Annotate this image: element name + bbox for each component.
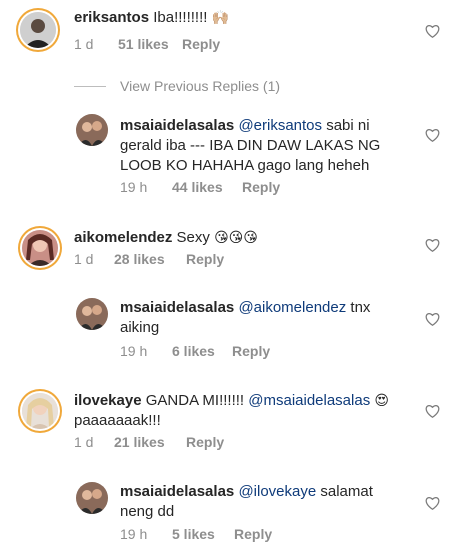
emoji: 🙌🏼	[211, 9, 230, 25]
comment-text: msaiaidelasalas @aikomelendez tnx aiking	[120, 299, 371, 336]
heart-outline-icon[interactable]	[425, 312, 440, 326]
comment-text: msaiaidelasalas @ilovekaye salamat neng …	[120, 483, 373, 520]
reply-button[interactable]: Reply	[234, 526, 272, 542]
reply-button[interactable]: Reply	[186, 251, 224, 267]
mention-link[interactable]: @msaiaidelasalas	[248, 392, 370, 409]
divider	[74, 85, 106, 87]
username[interactable]: msaiaidelasalas	[120, 117, 234, 134]
likes-count[interactable]: 6 likes	[172, 343, 232, 359]
avatar[interactable]	[20, 12, 56, 48]
mention-link[interactable]: @eriksantos	[238, 117, 322, 134]
reply-button[interactable]: Reply	[232, 343, 270, 359]
comment-text: msaiaidelasalas @eriksantos sabi ni gera…	[120, 117, 381, 174]
likes-count[interactable]: 51 likes	[118, 36, 182, 52]
heart-outline-icon[interactable]	[425, 404, 440, 418]
heart-outline-icon[interactable]	[425, 24, 440, 38]
reply-button[interactable]: Reply	[186, 434, 224, 450]
timestamp: 19 h	[120, 179, 148, 195]
view-previous-replies[interactable]: View Previous Replies (1)	[74, 76, 280, 96]
mention-link[interactable]: @ilovekaye	[238, 483, 316, 500]
heart-outline-icon[interactable]	[425, 238, 440, 252]
comment-text: eriksantos Iba!!!!!!!! 🙌🏼	[74, 9, 230, 26]
emoji: 😍	[374, 392, 389, 408]
username[interactable]: eriksantos	[74, 9, 149, 26]
likes-count[interactable]: 5 likes	[172, 526, 234, 542]
timestamp: 1 d	[74, 434, 94, 450]
avatar[interactable]	[22, 230, 58, 266]
username[interactable]: msaiaidelasalas	[120, 299, 234, 316]
comment-meta: 1 d 28 likes Reply	[74, 251, 224, 267]
comment-meta: 19 h 44 likes Reply	[120, 179, 280, 195]
avatar[interactable]	[22, 393, 58, 429]
timestamp: 19 h	[120, 526, 148, 542]
likes-count[interactable]: 28 likes	[114, 251, 186, 267]
likes-count[interactable]: 44 likes	[172, 179, 242, 195]
timestamp: 19 h	[120, 343, 148, 359]
comment-meta: 19 h 5 likes Reply	[120, 526, 272, 542]
timestamp: 1 d	[74, 251, 94, 267]
comment-text: ilovekaye GANDA MI!!!!!! @msaiaidelasala…	[74, 392, 389, 429]
comment-meta: 1 d 21 likes Reply	[74, 434, 224, 450]
emoji: 😘😘😘	[214, 229, 258, 245]
comment-meta: 19 h 6 likes Reply	[120, 343, 270, 359]
username[interactable]: aikomelendez	[74, 229, 172, 246]
username[interactable]: ilovekaye	[74, 392, 142, 409]
comment-text: aikomelendez Sexy 😘😘😘	[74, 229, 258, 246]
avatar[interactable]	[76, 482, 108, 514]
timestamp: 1 d	[74, 36, 94, 52]
avatar[interactable]	[76, 298, 108, 330]
reply-button[interactable]: Reply	[242, 179, 280, 195]
username[interactable]: msaiaidelasalas	[120, 483, 234, 500]
comment-meta: 1 d 51 likes Reply	[74, 36, 220, 52]
heart-outline-icon[interactable]	[425, 128, 440, 142]
likes-count[interactable]: 21 likes	[114, 434, 186, 450]
heart-outline-icon[interactable]	[425, 496, 440, 510]
reply-button[interactable]: Reply	[182, 36, 220, 52]
avatar[interactable]	[76, 114, 108, 146]
mention-link[interactable]: @aikomelendez	[238, 299, 346, 316]
